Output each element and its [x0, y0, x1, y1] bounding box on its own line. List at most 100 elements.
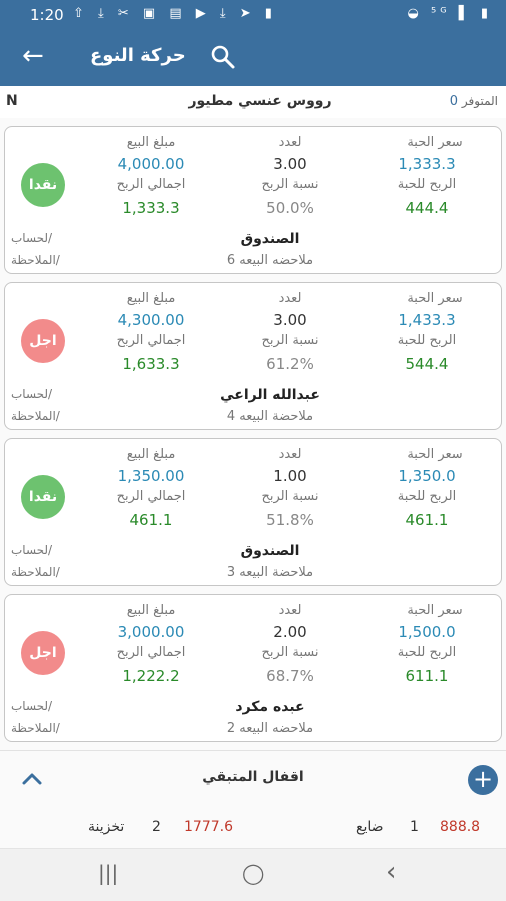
total-profit-value: 1,222.2 — [122, 667, 180, 685]
remark-label: /الملاحظة — [11, 565, 60, 579]
total-profit-label: اجمالي الربح — [116, 333, 186, 348]
page-title: حركة النوع — [90, 45, 186, 66]
unit-price-value: 1,433.3 — [398, 311, 456, 329]
available-stock: المتوفر 0 — [450, 94, 498, 109]
profit-ratio-value: 68.7% — [266, 667, 314, 685]
split-label: تخزينة — [88, 819, 125, 835]
sale-card[interactable]: سعر الحبة لعدد مبلغ البيع 1,333.3 3.00 4… — [4, 126, 502, 274]
recent-apps-icon[interactable]: ||| — [98, 861, 118, 885]
profit-per-unit-value: 461.1 — [405, 511, 449, 529]
profit-ratio-value: 51.8% — [266, 511, 314, 529]
back-arrow-icon[interactable]: ← — [22, 42, 44, 70]
remark-label: /الملاحظة — [11, 253, 60, 267]
home-icon[interactable]: ◯ — [242, 861, 264, 885]
profit-ratio-value: 50.0% — [266, 199, 314, 217]
total-profit-value: 461.1 — [129, 511, 173, 529]
sale-note: ملاحضة البيعه 4 — [226, 409, 314, 424]
item-header: N رووس عنسي مطيور المتوفر 0 — [0, 86, 506, 119]
unit-price-label: سعر الحبة — [407, 603, 463, 618]
sale-amount-value: 3,000.00 — [117, 623, 185, 641]
unit-price-label: سعر الحبة — [407, 447, 463, 462]
party-name: عبده مكرد — [235, 699, 305, 715]
unit-price-value: 1,500.0 — [398, 623, 456, 641]
available-label: المتوفر — [461, 94, 498, 108]
notification-icons: ⇧ ⤓ ✂ ▣ ▤ ▶ ⤓ ➤ ▮ — [73, 6, 277, 21]
sale-amount-label: مبلغ البيع — [126, 447, 176, 462]
sale-amount-value: 4,300.00 — [117, 311, 185, 329]
profit-per-unit-label: الربح للحبة — [397, 489, 457, 504]
profit-per-unit-label: الربح للحبة — [397, 645, 457, 660]
sale-amount-label: مبلغ البيع — [126, 135, 176, 150]
party-name: الصندوق — [240, 543, 300, 559]
party-name: عبدالله الراعي — [220, 387, 320, 403]
status-bar: 1:20 ⇧ ⤓ ✂ ▣ ▤ ▶ ⤓ ➤ ▮ ◒ ⁵ᴳ ▌ ▮ — [0, 0, 506, 30]
back-icon[interactable]: ‹ — [386, 857, 396, 887]
unit-price-value: 1,333.3 — [398, 155, 456, 173]
lost-label: ضايع — [356, 819, 384, 835]
payment-type-badge[interactable]: نقدا — [21, 475, 65, 519]
profit-ratio-label: نسبة الربح — [261, 645, 319, 660]
sale-note: ملاحضه البيعه 6 — [226, 253, 314, 268]
bottom-panel: اقفال المتبقي + 888.8 1 ضايع 1777.6 2 تخ… — [0, 750, 506, 849]
sale-amount-label: مبلغ البيع — [126, 291, 176, 306]
sale-amount-value: 1,350.00 — [117, 467, 185, 485]
count-label: لعدد — [278, 291, 302, 306]
system-status-icons: ◒ ⁵ᴳ ▌ ▮ — [407, 6, 492, 21]
total-profit-label: اجمالي الربح — [116, 177, 186, 192]
profit-ratio-label: نسبة الربح — [261, 333, 319, 348]
lost-value: 888.8 — [440, 819, 481, 835]
sale-card[interactable]: سعر الحبة لعدد مبلغ البيع 1,500.0 2.00 3… — [4, 594, 502, 742]
unit-price-value: 1,350.0 — [398, 467, 456, 485]
count-value: 3.00 — [273, 311, 307, 329]
count-label: لعدد — [278, 135, 302, 150]
payment-type-badge[interactable]: نقدا — [21, 163, 65, 207]
sale-note: ملاحضه البيعه 2 — [226, 721, 314, 736]
total-profit-value: 1,633.3 — [122, 355, 180, 373]
payment-type-badge[interactable]: اجل — [21, 319, 65, 363]
count-label: لعدد — [278, 603, 302, 618]
system-nav-bar: ||| ◯ ‹ — [0, 848, 506, 901]
app-bar: ← حركة النوع — [0, 30, 506, 86]
count-value: 2.00 — [273, 623, 307, 641]
profit-per-unit-value: 544.4 — [405, 355, 449, 373]
account-label: /لحساب — [11, 387, 53, 401]
account-label: /لحساب — [11, 231, 53, 245]
remark-label: /الملاحظة — [11, 409, 60, 423]
profit-per-unit-label: الربح للحبة — [397, 333, 457, 348]
unit-price-label: سعر الحبة — [407, 291, 463, 306]
item-name: رووس عنسي مطيور — [188, 93, 332, 109]
header-letter: N — [6, 93, 18, 109]
payment-type-badge[interactable]: اجل — [21, 631, 65, 675]
profit-ratio-value: 61.2% — [266, 355, 314, 373]
profit-per-unit-value: 611.1 — [405, 667, 449, 685]
sale-amount-value: 4,000.00 — [117, 155, 185, 173]
profit-ratio-label: نسبة الربح — [261, 177, 319, 192]
total-profit-label: اجمالي الربح — [116, 645, 186, 660]
count-value: 3.00 — [273, 155, 307, 173]
chevron-up-icon[interactable] — [20, 767, 44, 791]
unit-price-label: سعر الحبة — [407, 135, 463, 150]
party-name: الصندوق — [240, 231, 300, 247]
remark-label: /الملاحظة — [11, 721, 60, 735]
available-value: 0 — [449, 94, 459, 109]
sales-list[interactable]: سعر الحبة لعدد مبلغ البيع 1,333.3 3.00 4… — [0, 118, 506, 750]
close-remaining-label[interactable]: اقفال المتبقي — [190, 769, 316, 785]
profit-ratio-label: نسبة الربح — [261, 489, 319, 504]
sale-note: ملاحضة البيعه 3 — [226, 565, 314, 580]
add-icon[interactable]: + — [468, 765, 498, 795]
sale-amount-label: مبلغ البيع — [126, 603, 176, 618]
split-count: 2 — [152, 819, 161, 835]
account-label: /لحساب — [11, 699, 53, 713]
search-icon[interactable] — [208, 42, 238, 72]
sale-card[interactable]: سعر الحبة لعدد مبلغ البيع 1,350.0 1.00 1… — [4, 438, 502, 586]
total-profit-value: 1,333.3 — [122, 199, 180, 217]
profit-per-unit-value: 444.4 — [405, 199, 449, 217]
count-label: لعدد — [278, 447, 302, 462]
split-value: 1777.6 — [184, 819, 233, 835]
status-time: 1:20 — [30, 6, 64, 24]
sale-card[interactable]: سعر الحبة لعدد مبلغ البيع 1,433.3 3.00 4… — [4, 282, 502, 430]
account-label: /لحساب — [11, 543, 53, 557]
profit-per-unit-label: الربح للحبة — [397, 177, 457, 192]
total-profit-label: اجمالي الربح — [116, 489, 186, 504]
count-value: 1.00 — [273, 467, 307, 485]
